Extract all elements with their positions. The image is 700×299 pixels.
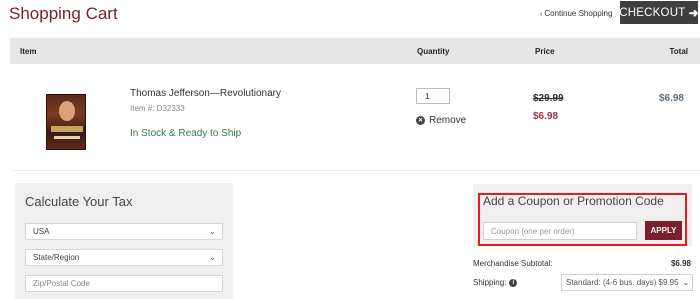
subtotal-label: Merchandise Subtotal: [473, 259, 553, 268]
product-image[interactable] [46, 94, 86, 150]
chevron-left-icon: ‹ [540, 11, 543, 18]
column-header-price: Price [535, 47, 555, 56]
shipping-label: Shipping: i [473, 278, 518, 287]
close-circle-icon: ✕ [416, 116, 425, 125]
cart-table-header: Item Quantity Price Total [10, 38, 700, 64]
info-icon[interactable]: i [509, 278, 518, 287]
column-header-quantity: Quantity [417, 47, 450, 56]
remove-button[interactable]: ✕ Remove [416, 115, 466, 126]
checkout-button[interactable]: CHECKOUT ➜ [619, 1, 699, 24]
tax-title: Calculate Your Tax [25, 194, 133, 209]
chevron-down-icon: ⌄ [209, 227, 216, 236]
item-number: Item #: D32333 [130, 104, 185, 113]
state-placeholder: State/Region [33, 253, 80, 262]
remove-label: Remove [429, 115, 467, 126]
column-header-item: Item [20, 47, 37, 56]
coupon-title: Add a Coupon or Promotion Code [483, 194, 664, 208]
line-total: $6.98 [658, 93, 684, 104]
product-name-link[interactable]: Thomas Jefferson—Revolutionary [130, 88, 281, 99]
zip-input[interactable] [25, 275, 223, 292]
shipping-select[interactable]: Standard: (4-6 bus. days) $9.95 ⌄ [561, 274, 693, 291]
country-select[interactable]: USA ⌄ [25, 223, 223, 240]
checkout-label: CHECKOUT [619, 6, 686, 19]
column-header-total: Total [669, 47, 688, 56]
tax-calculator-panel: Calculate Your Tax USA ⌄ State/Region ⌄ [15, 183, 233, 299]
continue-shopping-link[interactable]: ‹ Continue Shopping [540, 9, 612, 18]
stock-status: In Stock & Ready to Ship [130, 128, 242, 139]
chevron-down-icon: ⌄ [209, 253, 216, 262]
shipping-option: Standard: (4-6 bus. days) $9.95 [566, 278, 679, 287]
chevron-down-icon: ⌄ [682, 278, 690, 287]
quantity-input[interactable] [416, 88, 450, 104]
page-title: Shopping Cart [9, 4, 118, 23]
arrow-right-icon: ➜ [688, 5, 699, 20]
apply-button[interactable]: APPLY [645, 221, 682, 240]
coupon-input[interactable] [483, 222, 637, 240]
country-value: USA [33, 227, 50, 236]
state-select[interactable]: State/Region ⌄ [25, 249, 223, 266]
sale-price: $6.98 [533, 111, 559, 122]
continue-shopping-label: Continue Shopping [544, 9, 613, 18]
subtotal-value: $6.98 [670, 259, 691, 268]
original-price: $29.99 [533, 93, 564, 104]
divider [10, 170, 700, 171]
